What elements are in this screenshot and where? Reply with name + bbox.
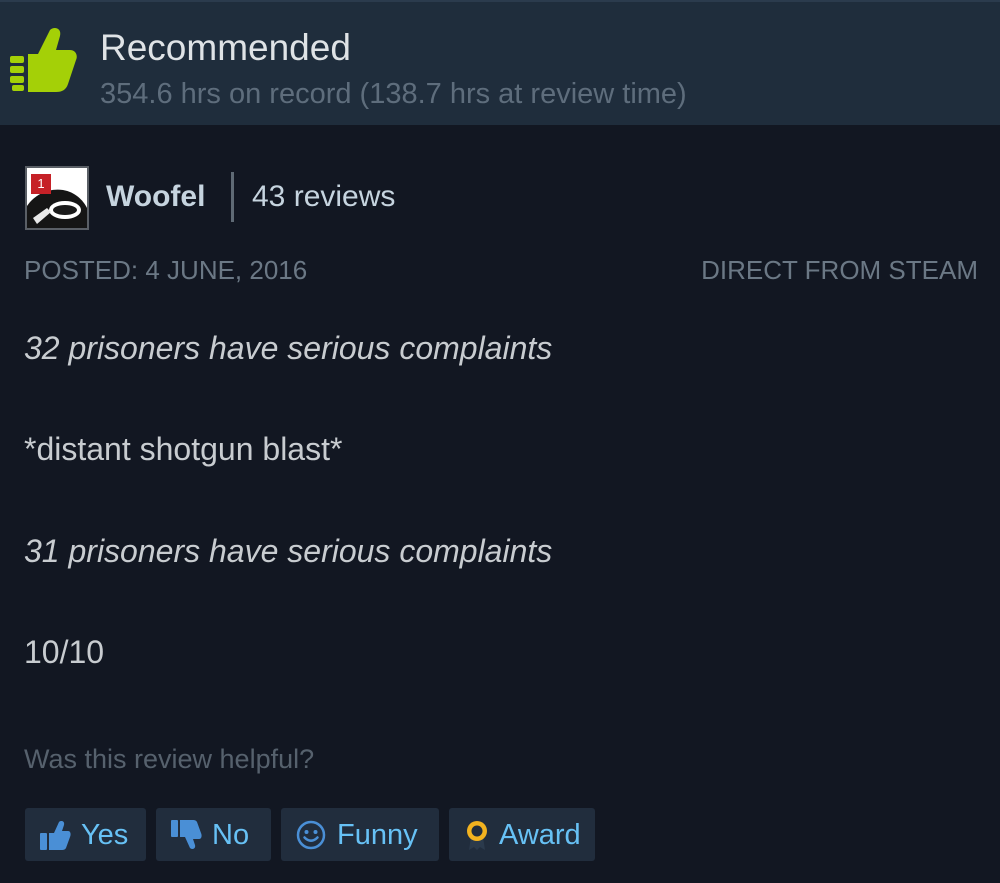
award-icon: [467, 820, 487, 850]
thumbs-up-icon: [10, 28, 77, 92]
award-button[interactable]: Award: [449, 808, 595, 861]
vote-funny-button[interactable]: Funny: [281, 808, 439, 861]
author-name[interactable]: Woofel: [106, 178, 205, 216]
thumbs-down-icon: [171, 819, 202, 849]
vote-yes-label: Yes: [81, 818, 129, 851]
review-text-line: 10/10: [24, 634, 105, 670]
review-text-line: 31 prisoners have serious complaints: [24, 533, 553, 569]
vote-no-label: No: [212, 818, 250, 851]
vote-yes-button[interactable]: Yes: [25, 808, 146, 861]
award-label: Award: [499, 818, 581, 851]
review-text-line: *distant shotgun blast*: [24, 431, 343, 467]
review-text-line: 32 prisoners have serious complaints: [24, 330, 553, 366]
hours-on-record: 354.6 hrs on record (138.7 hrs at review…: [100, 78, 687, 110]
helpful-question: Was this review helpful?: [24, 744, 315, 774]
posted-date: POSTED: 4 JUNE, 2016: [24, 255, 308, 285]
avatar[interactable]: 1: [25, 166, 89, 230]
review-source: DIRECT FROM STEAM: [701, 255, 978, 285]
review-header: Recommended 354.6 hrs on record (138.7 h…: [0, 0, 1000, 125]
thumbs-up-icon: [40, 820, 71, 850]
vote-funny-label: Funny: [337, 818, 418, 851]
author-reviews-count[interactable]: 43 reviews: [252, 178, 395, 216]
review-verdict: Recommended: [100, 27, 351, 68]
avatar-badge: 1: [31, 174, 51, 194]
author-divider: [231, 172, 234, 222]
vote-no-button[interactable]: No: [156, 808, 271, 861]
smiley-icon: [296, 820, 326, 849]
review-card: Recommended 354.6 hrs on record (138.7 h…: [0, 0, 1000, 883]
